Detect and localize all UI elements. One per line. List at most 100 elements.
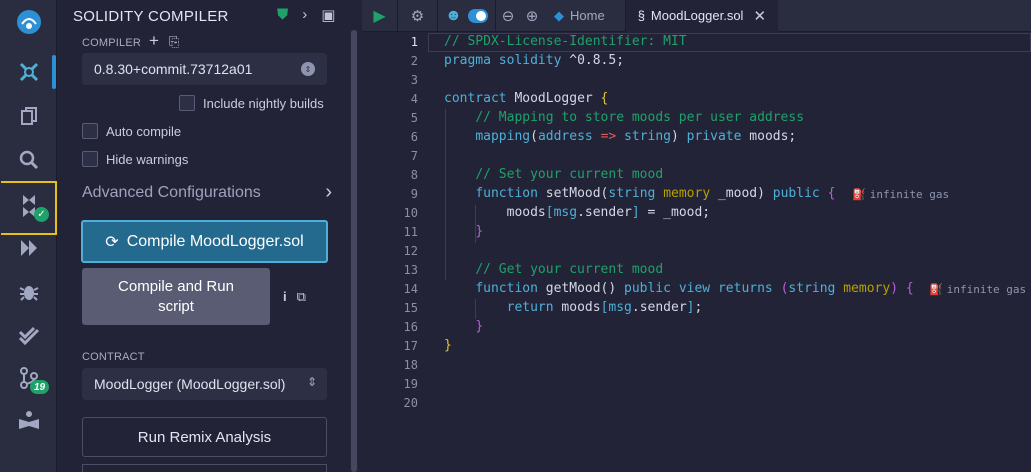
line-number: 5 xyxy=(410,111,418,125)
line-number: 14 xyxy=(403,282,418,296)
line-number: 7 xyxy=(410,149,418,163)
compiled-check-icon: ✓ xyxy=(34,207,49,222)
panel-scrollbar-thumb[interactable] xyxy=(351,30,357,472)
analysis-button-label: Run Remix Analysis xyxy=(137,428,272,446)
panel-header-icons: ⛊ › ▣ xyxy=(277,6,335,24)
line-number-gutter: 1 2 3 4 5 6 7 8 9 10 11 12 13 14 15 16 17 18 19 20 xyxy=(362,33,426,472)
next-button-partial[interactable] xyxy=(82,464,327,472)
line-number: 19 xyxy=(403,377,418,391)
solidity-file-icon: § xyxy=(637,8,645,23)
compile-and-run-button[interactable]: Compile and Run script xyxy=(82,268,270,325)
line-number: 3 xyxy=(410,73,418,87)
line-number: 4 xyxy=(410,92,418,106)
code-line-17: } xyxy=(444,338,452,353)
line-number: 10 xyxy=(403,206,418,220)
shield-icon[interactable]: ⛊ xyxy=(277,6,288,24)
gas-label: infinite gas xyxy=(946,283,1027,296)
code-line-14: function getMood() public view returns (… xyxy=(475,281,914,296)
panel-title: SOLIDITY COMPILER xyxy=(73,8,229,25)
code-line-6: mapping(address => string) private moods… xyxy=(475,129,797,144)
line-number: 13 xyxy=(403,263,418,277)
code-content[interactable]: // SPDX-License-Identifier: MIT pragma s… xyxy=(444,33,1031,472)
code-line-2: pragma solidity ^0.8.5; xyxy=(444,53,625,68)
line-number: 9 xyxy=(410,187,418,201)
auto-compile-row[interactable]: Auto compile xyxy=(82,123,181,139)
ai-icon[interactable] xyxy=(0,50,57,94)
chevron-right-icon[interactable]: › xyxy=(302,6,307,24)
compiler-version-select[interactable]: 0.8.30+commit.73712a01 ⇕ xyxy=(82,53,327,85)
advanced-configurations[interactable]: Advanced Configurations › xyxy=(82,181,332,203)
remix-logo-icon[interactable] xyxy=(0,0,57,44)
line-number: 20 xyxy=(403,396,418,410)
copy-icon[interactable]: ⧉ xyxy=(297,289,306,305)
code-line-4: contract MoodLogger { xyxy=(444,91,609,106)
info-icon[interactable]: i xyxy=(283,289,287,305)
compiler-label: COMPILER xyxy=(82,37,142,49)
run-remix-analysis-button[interactable]: Run Remix Analysis xyxy=(82,417,327,457)
tab-moodlogger[interactable]: § MoodLogger.sol ✕ xyxy=(625,0,779,32)
run-button-label: Compile and Run script xyxy=(118,278,234,315)
panel-toggle-icon[interactable]: ▣ xyxy=(321,6,335,24)
auto-compile-checkbox[interactable] xyxy=(82,123,98,139)
zoom-out-icon[interactable]: ⊖ xyxy=(496,0,520,32)
icon-rail: ✓ 19 xyxy=(0,0,57,472)
contract-select[interactable]: MoodLogger (MoodLogger.sol) ⇕ xyxy=(82,368,327,400)
chevron-right-icon: › xyxy=(325,181,332,203)
add-icon[interactable]: + xyxy=(149,31,159,51)
contract-label: CONTRACT xyxy=(82,351,145,363)
hide-warnings-row[interactable]: Hide warnings xyxy=(82,151,188,167)
run-icon[interactable]: ▶ xyxy=(362,0,398,32)
line-number: 17 xyxy=(403,339,418,353)
deploy-icon[interactable] xyxy=(0,226,57,270)
code-editor[interactable]: 1 2 3 4 5 6 7 8 9 10 11 12 13 14 15 16 17 18 19 20 // SPDX-… xyxy=(362,33,1031,472)
debugger-icon[interactable] xyxy=(0,270,57,314)
active-indicator xyxy=(52,55,56,89)
compile-button-label: Compile MoodLogger.sol xyxy=(126,232,304,250)
auto-compile-label: Auto compile xyxy=(106,123,182,139)
ai-copilot-toggle[interactable]: ☻ xyxy=(438,0,496,32)
code-line-16: } xyxy=(475,319,484,334)
line-number: 12 xyxy=(403,244,418,258)
compiler-version-value: 0.8.30+commit.73712a01 xyxy=(94,61,253,77)
robot-icon: ☻ xyxy=(445,6,462,24)
file-tab-label: MoodLogger.sol xyxy=(650,8,744,23)
include-nightly-row[interactable]: Include nightly builds xyxy=(179,95,324,111)
run-script-icons: i ⧉ xyxy=(283,289,306,305)
copilot-toggle-switch[interactable] xyxy=(467,8,488,23)
git-icon[interactable] xyxy=(0,356,57,400)
search-icon[interactable] xyxy=(0,138,57,182)
gas-label: infinite gas xyxy=(869,188,950,201)
close-icon[interactable]: ✕ xyxy=(753,7,766,25)
custom-compiler-icon[interactable]: ⎘ xyxy=(169,34,179,50)
testing-icon[interactable] xyxy=(0,314,57,358)
code-line-13: // Get your current mood xyxy=(475,262,664,277)
include-nightly-checkbox[interactable] xyxy=(179,95,195,111)
line-number: 2 xyxy=(410,54,418,68)
hide-warnings-checkbox[interactable] xyxy=(82,151,98,167)
line-number: 16 xyxy=(403,320,418,334)
line-number: 6 xyxy=(410,130,418,144)
settings-gears-icon[interactable]: ⚙ xyxy=(398,0,438,32)
fuel-icon: ⛽ xyxy=(852,188,866,201)
home-tab-label: Home xyxy=(570,8,605,23)
editor-toolbar: ▶ ⚙ ☻ ⊖ ⊕ ◆ Home § MoodLogger.sol ✕ xyxy=(362,0,1031,32)
learn-icon[interactable] xyxy=(0,398,57,442)
tab-home[interactable]: ◆ Home xyxy=(544,0,626,32)
line-number: 1 xyxy=(410,35,418,49)
compile-button[interactable]: ⟳ Compile MoodLogger.sol xyxy=(81,220,328,263)
line-number: 8 xyxy=(410,168,418,182)
hide-warnings-label: Hide warnings xyxy=(106,151,189,167)
fuel-icon: ⛽ xyxy=(929,283,943,296)
updown-caret-icon: ⇕ xyxy=(306,375,317,389)
code-line-9: function setMood(string memory _mood) pu… xyxy=(475,186,836,201)
contract-value: MoodLogger (MoodLogger.sol) xyxy=(94,376,286,392)
line-number: 11 xyxy=(403,225,418,239)
gas-estimate-getmood[interactable]: ⛽ infinite gas xyxy=(929,283,1026,296)
gas-estimate-setmood[interactable]: ⛽ infinite gas xyxy=(852,188,949,201)
files-icon[interactable] xyxy=(0,94,57,138)
code-line-11: } xyxy=(475,224,484,239)
zoom-in-icon[interactable]: ⊕ xyxy=(520,0,544,32)
remix-home-icon: ◆ xyxy=(554,7,564,23)
line-number: 18 xyxy=(403,358,418,372)
advanced-label: Advanced Configurations xyxy=(82,184,261,201)
